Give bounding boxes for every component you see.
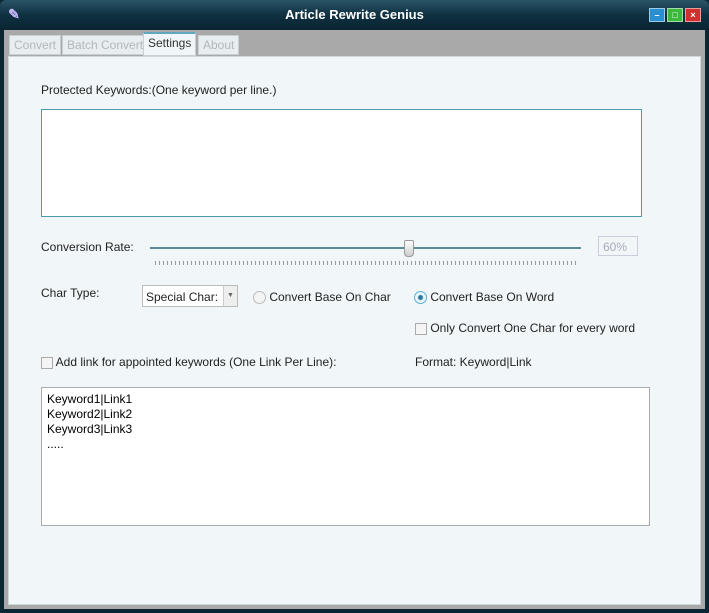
conversion-rate-slider-track[interactable] — [150, 247, 581, 249]
radio-convert-base-on-word[interactable]: Convert Base On Word — [414, 290, 555, 305]
only-one-char-label: Only Convert One Char for every word — [430, 321, 636, 335]
close-button[interactable]: × — [685, 8, 701, 22]
char-type-label: Char Type: — [41, 286, 100, 300]
chevron-down-icon: ▼ — [223, 286, 237, 306]
slider-ticks — [155, 261, 576, 265]
protected-keywords-label: Protected Keywords:(One keyword per line… — [41, 83, 277, 97]
conversion-rate-value: 60% — [598, 236, 638, 256]
radio-char-label: Convert Base On Char — [269, 290, 391, 304]
tab-settings[interactable]: Settings — [143, 32, 197, 56]
char-type-select[interactable]: Special Char: ▼ — [142, 285, 238, 307]
tab-about[interactable]: About — [198, 35, 240, 55]
app-icon: ✎ — [8, 6, 20, 22]
add-link-checkbox[interactable]: Add link for appointed keywords (One Lin… — [41, 355, 337, 369]
tab-convert[interactable]: Convert — [9, 35, 62, 55]
char-type-value: Special Char: — [146, 290, 219, 304]
links-input[interactable] — [41, 387, 650, 526]
tab-batch-convert[interactable]: Batch Convert — [62, 35, 149, 55]
conversion-rate-label: Conversion Rate: — [41, 240, 134, 254]
radio-convert-base-on-char[interactable]: Convert Base On Char — [253, 290, 391, 305]
maximize-button[interactable]: □ — [667, 8, 683, 22]
tab-area: Convert Batch Convert Settings About Pro… — [4, 30, 705, 609]
title-bar: ✎ Article Rewrite Genius – □ × — [0, 0, 709, 30]
format-label: Format: Keyword|Link — [415, 355, 532, 369]
protected-keywords-input[interactable] — [41, 109, 642, 217]
window-title: Article Rewrite Genius — [285, 7, 424, 22]
add-link-label: Add link for appointed keywords (One Lin… — [55, 355, 337, 369]
conversion-rate-slider-thumb[interactable] — [403, 240, 414, 257]
settings-panel: Protected Keywords:(One keyword per line… — [8, 56, 701, 605]
only-one-char-checkbox[interactable]: Only Convert One Char for every word — [415, 321, 635, 335]
radio-word-label: Convert Base On Word — [430, 290, 555, 304]
minimize-button[interactable]: – — [649, 8, 665, 22]
